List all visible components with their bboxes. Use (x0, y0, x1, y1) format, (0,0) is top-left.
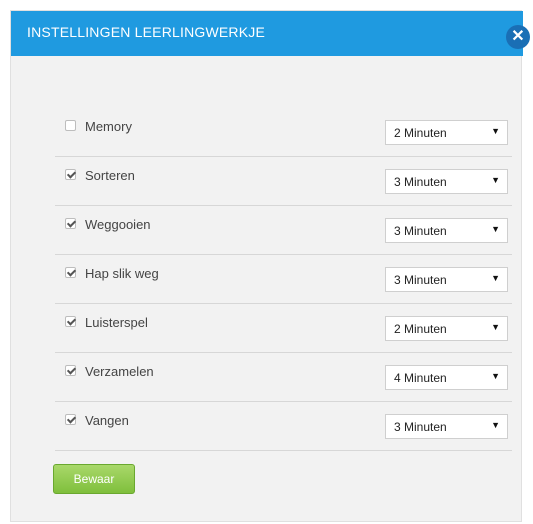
activity-label: Vangen (85, 413, 129, 428)
duration-value: 3 Minuten (394, 273, 447, 287)
duration-value: 3 Minuten (394, 175, 447, 189)
activity-checkbox[interactable] (65, 414, 76, 425)
duration-select[interactable]: 2 Minuten ▼ (385, 316, 508, 341)
activity-row: Sorteren 3 Minuten ▼ (55, 157, 512, 206)
activity-row: Hap slik weg 3 Minuten ▼ (55, 255, 512, 304)
dialog-title: INSTELLINGEN LEERLINGWERKJE (27, 24, 266, 40)
activity-checkbox[interactable] (65, 267, 76, 278)
activity-label: Hap slik weg (85, 266, 159, 281)
duration-select[interactable]: 3 Minuten ▼ (385, 169, 508, 194)
duration-select[interactable]: 3 Minuten ▼ (385, 218, 508, 243)
activity-checkbox[interactable] (65, 316, 76, 327)
save-button[interactable]: Bewaar (53, 464, 135, 494)
dialog-header: INSTELLINGEN LEERLINGWERKJE (11, 11, 523, 56)
activity-row: Vangen 3 Minuten ▼ (55, 402, 512, 451)
activity-checkbox[interactable] (65, 218, 76, 229)
activity-checkbox[interactable] (65, 169, 76, 180)
duration-select[interactable]: 2 Minuten ▼ (385, 120, 508, 145)
activity-label: Luisterspel (85, 315, 148, 330)
dropdown-arrow-icon: ▼ (491, 224, 500, 234)
close-icon: ✕ (511, 28, 525, 45)
duration-value: 2 Minuten (394, 126, 447, 140)
dropdown-arrow-icon: ▼ (491, 420, 500, 430)
duration-value: 3 Minuten (394, 420, 447, 434)
activity-checkbox[interactable] (65, 120, 76, 131)
activity-list: Memory 2 Minuten ▼ Sorteren 3 Minuten ▼ … (55, 108, 512, 451)
activity-row: Luisterspel 2 Minuten ▼ (55, 304, 512, 353)
activity-label: Sorteren (85, 168, 135, 183)
settings-dialog: INSTELLINGEN LEERLINGWERKJE ✕ Memory 2 M… (10, 10, 530, 522)
duration-select[interactable]: 4 Minuten ▼ (385, 365, 508, 390)
dropdown-arrow-icon: ▼ (491, 322, 500, 332)
activity-label: Memory (85, 119, 132, 134)
duration-value: 4 Minuten (394, 371, 447, 385)
duration-select[interactable]: 3 Minuten ▼ (385, 267, 508, 292)
activity-row: Weggooien 3 Minuten ▼ (55, 206, 512, 255)
activity-label: Verzamelen (85, 364, 154, 379)
dropdown-arrow-icon: ▼ (491, 126, 500, 136)
activity-row: Memory 2 Minuten ▼ (55, 108, 512, 157)
activity-row: Verzamelen 4 Minuten ▼ (55, 353, 512, 402)
close-button[interactable]: ✕ (506, 25, 530, 49)
dropdown-arrow-icon: ▼ (491, 371, 500, 381)
activity-checkbox[interactable] (65, 365, 76, 376)
activity-label: Weggooien (85, 217, 151, 232)
dropdown-arrow-icon: ▼ (491, 175, 500, 185)
duration-value: 2 Minuten (394, 322, 447, 336)
dropdown-arrow-icon: ▼ (491, 273, 500, 283)
duration-value: 3 Minuten (394, 224, 447, 238)
duration-select[interactable]: 3 Minuten ▼ (385, 414, 508, 439)
